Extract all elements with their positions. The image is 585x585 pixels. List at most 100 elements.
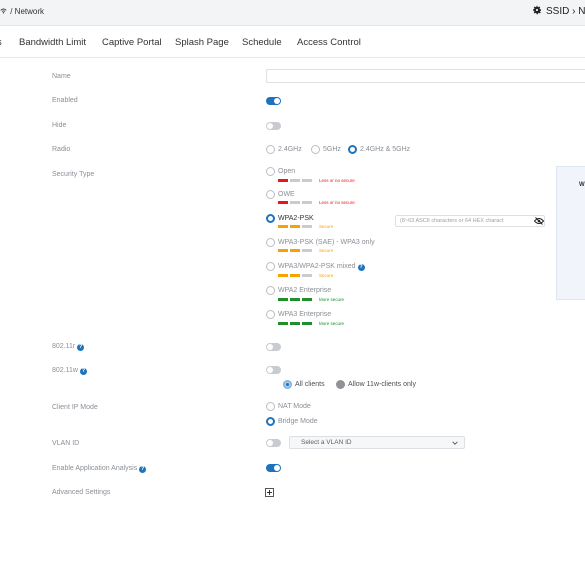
nat-mode-option[interactable]: [266, 402, 275, 411]
strength-segment: [290, 201, 300, 204]
strength-segment: [290, 298, 300, 301]
strength-segment: [302, 274, 312, 277]
security-open-label: Open: [278, 168, 296, 175]
bridge-mode-label: Bridge Mode: [278, 418, 318, 425]
strength-segment: [290, 274, 300, 277]
strength-label: Secure: [319, 224, 334, 229]
tab-access-control[interactable]: Access Control: [297, 37, 361, 48]
top-bar: / Network SSID › N: [0, 0, 585, 26]
enabled-toggle[interactable]: [266, 97, 281, 105]
strength-segment: [302, 201, 312, 204]
expand-advanced-icon[interactable]: [265, 488, 274, 497]
tab-captive-portal[interactable]: Captive Portal: [102, 37, 162, 48]
hide-label: Hide: [52, 122, 67, 129]
allow-11w-clients-label: Allow 11w-clients only: [348, 381, 416, 388]
tab-bar: s Bandwidth Limit Captive Portal Splash …: [0, 26, 585, 58]
wifi-icon: [0, 7, 9, 16]
radio-5ghz-label: 5GHz: [323, 146, 341, 153]
tab-schedule[interactable]: Schedule: [242, 37, 282, 48]
help-icon[interactable]: ?: [79, 368, 87, 375]
allow-11w-clients-radio[interactable]: [336, 380, 345, 389]
security-owe-label: OWE: [278, 191, 295, 198]
strength-segment: [290, 179, 300, 182]
advanced-settings-label: Advanced Settings: [52, 489, 111, 496]
security-wpa3-psk-option[interactable]: [266, 238, 275, 247]
r80211w-label: 802.11w?: [52, 367, 87, 375]
strength-segment: [278, 322, 288, 325]
hide-toggle[interactable]: [266, 122, 281, 130]
security-wpa3-psk-label: WPA3-PSK (SAE) - WPA3 only: [278, 239, 375, 246]
strength-segment: [302, 179, 312, 182]
radio-2-4ghz-option[interactable]: [266, 145, 275, 154]
app-analysis-label: Enable Application Analysis?: [52, 465, 147, 473]
strength-label: Less or no secure: [319, 178, 355, 183]
strength-segment: [290, 249, 300, 252]
vlan-id-label: VLAN ID: [52, 440, 80, 447]
strength-segment: [278, 298, 288, 301]
strength-segment: [278, 249, 288, 252]
name-input[interactable]: [266, 69, 585, 83]
app-analysis-toggle[interactable]: [266, 464, 281, 472]
ssid-text: SSID › N: [546, 6, 585, 17]
security-wpa2-enterprise-label: WPA2 Enterprise: [278, 287, 332, 294]
client-ip-mode-label: Client IP Mode: [52, 404, 98, 411]
strength-segment: [302, 322, 312, 325]
radio-5ghz-option[interactable]: [311, 145, 320, 154]
security-owe-option[interactable]: [266, 190, 275, 199]
strength-segment: [302, 249, 312, 252]
radio-dual-band-option[interactable]: [348, 145, 357, 154]
security-type-label: Security Type: [52, 171, 95, 178]
name-label: Name: [52, 73, 71, 80]
radio-label: Radio: [52, 146, 71, 153]
help-icon[interactable]: ?: [357, 264, 365, 271]
all-clients-radio[interactable]: [283, 380, 292, 389]
tab-splash-page[interactable]: Splash Page: [175, 37, 229, 48]
strength-segment: [290, 322, 300, 325]
strength-segment: [302, 298, 312, 301]
strength-label: Secure: [319, 248, 334, 253]
security-wpa3-enterprise-label: WPA3 Enterprise: [278, 311, 332, 318]
security-open-option[interactable]: [266, 167, 275, 176]
strength-segment: [302, 225, 312, 228]
info-panel-text: Wi: [579, 182, 585, 188]
help-icon[interactable]: ?: [139, 466, 147, 473]
eye-slash-icon[interactable]: [534, 217, 544, 225]
strength-label: Less or no secure: [319, 200, 355, 205]
passphrase-input[interactable]: (8~63 ASCII characters or 64 HEX charact: [395, 215, 545, 227]
strength-label: More secure: [319, 297, 345, 302]
breadcrumb-text: / Network: [10, 7, 45, 16]
tab-basic[interactable]: s: [0, 37, 2, 48]
tab-bandwidth-limit[interactable]: Bandwidth Limit: [19, 37, 86, 48]
strength-label: Secure: [319, 273, 334, 278]
radio-2-4ghz-label: 2.4GHz: [278, 146, 302, 153]
vlan-id-toggle[interactable]: [266, 439, 281, 447]
strength-segment: [278, 274, 288, 277]
gear-icon: [533, 5, 541, 15]
strength-label: More secure: [319, 321, 345, 326]
r80211w-toggle[interactable]: [266, 366, 281, 374]
nat-mode-label: NAT Mode: [278, 403, 311, 410]
vlan-select-placeholder: Select a VLAN ID: [301, 439, 352, 446]
security-wpa2-psk-label: WPA2-PSK: [278, 215, 314, 222]
security-wpa2-enterprise-option[interactable]: [266, 286, 275, 295]
radio-dual-band-label: 2.4GHz & 5GHz: [360, 146, 411, 153]
r80211r-label: 802.11r?: [52, 343, 85, 351]
strength-segment: [278, 201, 288, 204]
vlan-id-select[interactable]: Select a VLAN ID: [289, 436, 465, 449]
help-icon[interactable]: ?: [77, 344, 85, 351]
security-wpa3-enterprise-option[interactable]: [266, 310, 275, 319]
enabled-label: Enabled: [52, 97, 78, 104]
r80211r-toggle[interactable]: [266, 343, 281, 351]
security-wpa3-wpa2-mixed-label: WPA3/WPA2-PSK mixed?: [278, 263, 365, 271]
chevron-down-icon: [452, 441, 458, 445]
security-wpa2-psk-option[interactable]: [266, 214, 275, 223]
security-info-panel: Wi: [556, 166, 585, 300]
strength-segment: [290, 225, 300, 228]
all-clients-label: All clients: [295, 381, 325, 388]
bridge-mode-option[interactable]: [266, 417, 275, 426]
security-wpa3-wpa2-mixed-option[interactable]: [266, 262, 275, 271]
strength-segment: [278, 179, 288, 182]
breadcrumb[interactable]: / Network: [0, 7, 44, 16]
ssid-breadcrumb[interactable]: SSID › N: [532, 5, 585, 17]
strength-segment: [278, 225, 288, 228]
